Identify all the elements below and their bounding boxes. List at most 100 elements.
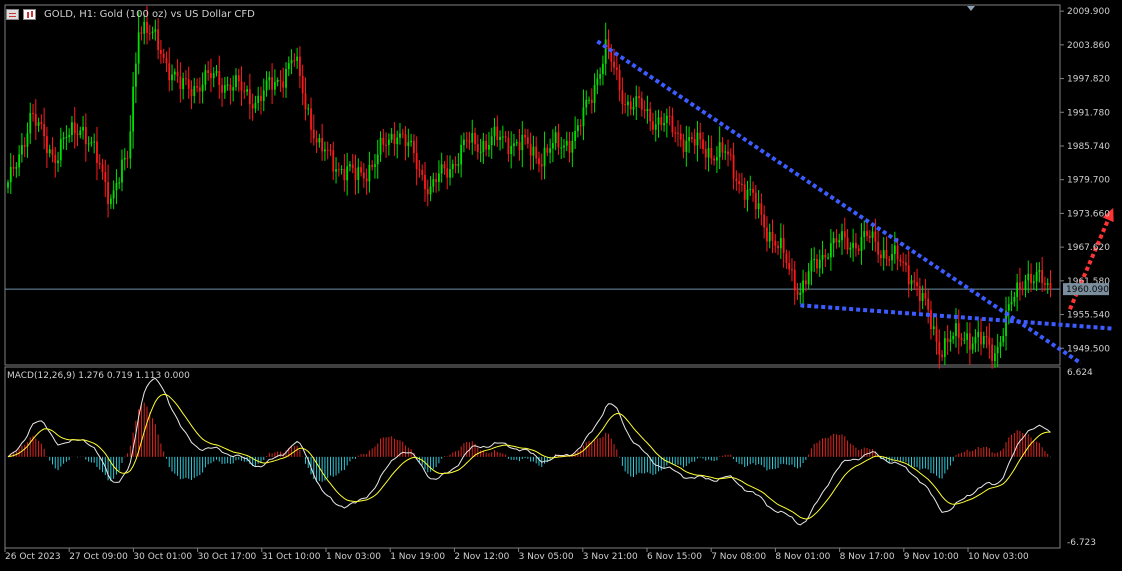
candle: [871, 223, 874, 251]
candle: [460, 135, 463, 178]
candle: [696, 120, 699, 162]
candle-body: [766, 227, 768, 242]
candle-body: [960, 337, 963, 340]
candle-body: [930, 309, 932, 330]
candle: [866, 222, 868, 242]
candle-body: [273, 81, 276, 90]
candle-body: [393, 133, 396, 145]
candle-body: [985, 335, 988, 338]
candle: [151, 26, 154, 40]
candle-body: [660, 117, 663, 126]
candle: [721, 137, 724, 160]
candle: [101, 158, 104, 180]
candle: [499, 130, 501, 151]
candle-body: [657, 117, 660, 125]
chart-canvas[interactable]: 2009.900 2003.860 1997.820 1991.780 1985.740…: [0, 0, 1122, 571]
candle-body: [204, 70, 207, 85]
candle: [652, 112, 654, 136]
candle: [760, 193, 763, 226]
candle: [832, 231, 835, 258]
candle-body: [229, 84, 232, 91]
candle-body: [221, 85, 223, 93]
candle-body: [704, 149, 707, 158]
candle-body: [299, 56, 301, 76]
price-tick-label: 1991.780: [1067, 108, 1110, 118]
candle: [93, 133, 96, 154]
candle: [1049, 270, 1052, 298]
candle-body: [816, 259, 818, 269]
candle-body: [346, 166, 349, 181]
candle-body: [963, 339, 966, 341]
candle: [18, 145, 21, 177]
candle: [657, 109, 660, 138]
candle: [312, 114, 315, 146]
candle: [243, 82, 246, 99]
candle-body: [524, 134, 526, 138]
drawing-objects[interactable]: [596, 39, 1115, 365]
candle-body: [565, 140, 568, 146]
candle: [1002, 328, 1005, 347]
candle: [991, 337, 994, 369]
candle-body: [407, 142, 410, 146]
candle: [46, 126, 48, 169]
candle: [588, 96, 590, 105]
candle: [493, 117, 496, 146]
candlestick-icon[interactable]: [23, 8, 36, 20]
candle-body: [326, 149, 329, 151]
candle-body: [532, 146, 535, 156]
candle-body: [1035, 272, 1038, 282]
price-tick-label: 1979.700: [1067, 176, 1110, 186]
candle: [193, 77, 196, 104]
candle-body: [852, 242, 855, 248]
candle: [1007, 296, 1010, 325]
candle: [424, 162, 426, 202]
grid-icon[interactable]: [6, 8, 19, 20]
candle: [966, 322, 968, 354]
candle: [29, 102, 32, 144]
candle-body: [627, 101, 629, 106]
candle: [285, 62, 287, 98]
candle-body: [699, 132, 702, 140]
candle-body: [440, 164, 443, 174]
candle-body: [674, 132, 677, 134]
candle: [577, 118, 579, 138]
shift-marker-icon: [967, 6, 975, 11]
candle-body: [71, 122, 73, 136]
candle: [563, 138, 565, 158]
candle-body: [1021, 288, 1024, 290]
candle: [682, 133, 685, 159]
trendline[interactable]: [596, 39, 1083, 365]
candle-body: [824, 254, 827, 258]
candle-body: [26, 133, 29, 147]
candle-body: [248, 89, 251, 105]
candle-body: [84, 126, 87, 145]
candle: [813, 247, 816, 272]
candle: [182, 72, 185, 100]
candle: [109, 194, 112, 209]
macd-signal-line: [7, 393, 1051, 520]
candle: [880, 250, 882, 267]
candle: [43, 107, 46, 150]
candle: [1024, 274, 1027, 298]
candle-body: [599, 74, 602, 79]
candle-body: [952, 335, 955, 340]
candle-body: [732, 154, 735, 179]
candle: [768, 223, 771, 249]
candle-body: [846, 237, 849, 250]
candle-body: [760, 203, 763, 215]
candle: [368, 151, 371, 193]
candle-body: [799, 292, 802, 295]
candle-body: [996, 347, 999, 354]
candle-body: [40, 122, 43, 124]
candle-body: [613, 61, 615, 68]
candle-body: [109, 198, 112, 205]
candle: [785, 249, 788, 269]
price-axis: 2009.900 2003.860 1997.820 1991.780 1985.740…: [1060, 7, 1110, 548]
candle: [679, 124, 682, 148]
candle: [941, 350, 943, 361]
time-tick-label: 7 Nov 08:00: [711, 552, 766, 562]
candle-body: [137, 32, 140, 64]
candle-body: [880, 254, 882, 259]
candle: [457, 153, 460, 174]
candle: [902, 252, 905, 272]
